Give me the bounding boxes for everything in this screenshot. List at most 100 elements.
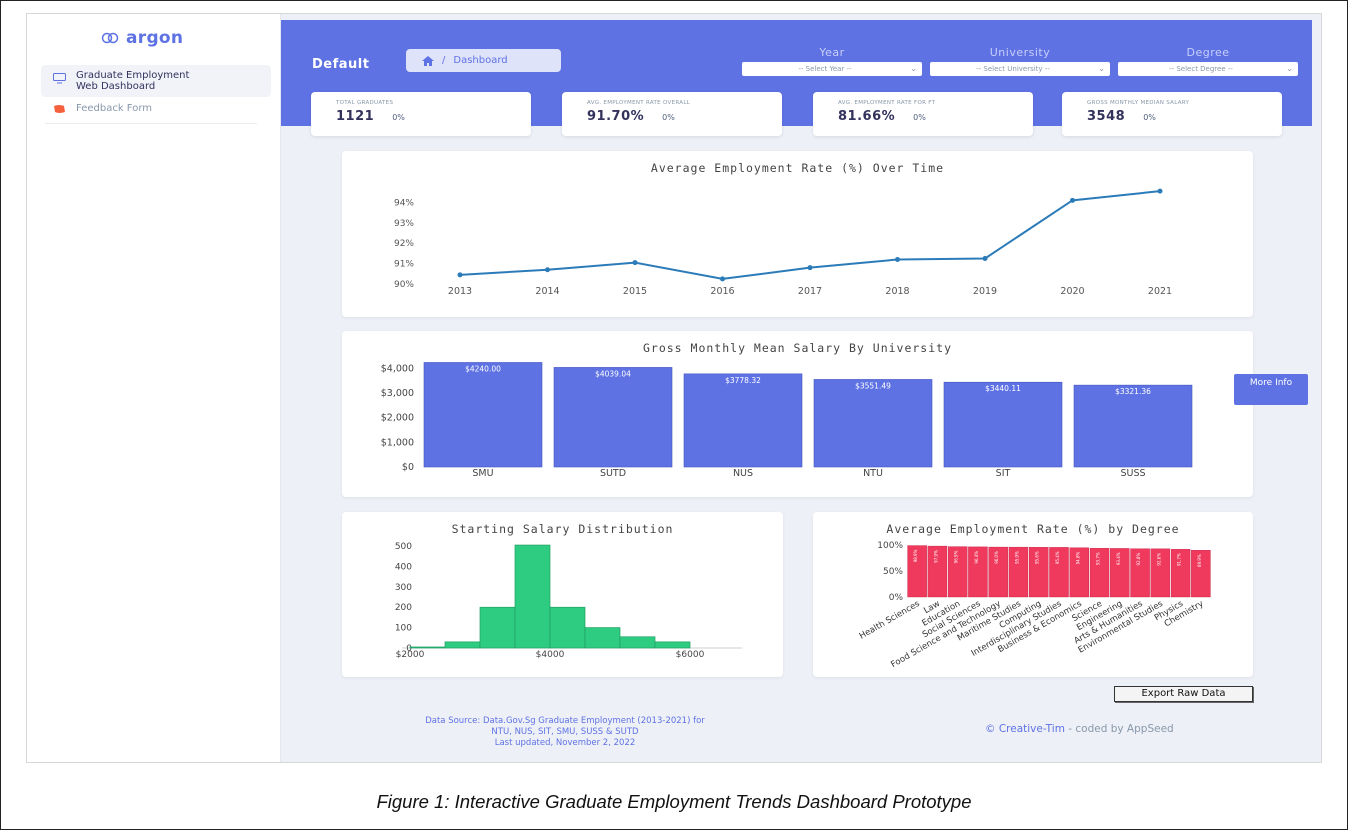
stat-card-employment-ft: AVG. EMPLOYMENT RATE FOR FT 81.66% 0% <box>813 92 1033 136</box>
data-point <box>545 267 550 273</box>
y-tick-label: 100 <box>395 624 412 634</box>
year-select-value: -- Select Year -- <box>798 65 852 73</box>
stat-change: 0% <box>913 113 926 122</box>
y-tick-label: 100% <box>877 541 903 551</box>
university-filter-label: University <box>989 46 1051 59</box>
stat-change: 0% <box>1143 113 1156 122</box>
salary-distribution-card: Starting Salary Distribution 0 100 200 300 4… <box>342 512 783 677</box>
bar-value-label: 97.9% <box>933 550 938 563</box>
chevron-down-icon: ⌄ <box>1098 64 1105 73</box>
chevron-down-icon: ⌄ <box>1286 64 1293 73</box>
bar-value-label: $4240.00 <box>465 364 501 373</box>
salary-bar <box>423 362 543 468</box>
bar-value-label: 96.0% <box>994 551 999 564</box>
brand-logo[interactable]: argon <box>101 28 183 48</box>
x-tick-label: 2021 <box>1148 286 1172 297</box>
stat-value: 1121 <box>336 109 375 124</box>
x-tick-label: $2000 <box>396 650 425 660</box>
x-tick-label: 2013 <box>448 286 472 297</box>
chevron-down-icon: ⌄ <box>910 64 917 73</box>
bar-value-label: 96.4% <box>974 551 979 564</box>
x-tick-label: SUTD <box>600 468 626 479</box>
y-tick-label: 93% <box>394 219 414 229</box>
sidebar-item-feedback[interactable]: Feedback Form <box>41 98 271 119</box>
x-tick-label: $4000 <box>536 650 565 660</box>
y-tick-label: 91% <box>394 260 414 270</box>
y-tick-label: 92% <box>394 239 414 249</box>
y-tick-label: $0 <box>402 462 414 473</box>
x-tick-label: 2018 <box>885 286 909 297</box>
x-tick-label: 2014 <box>535 286 559 297</box>
y-tick-label: 200 <box>395 603 412 613</box>
stat-value: 81.66% <box>838 109 896 124</box>
university-select[interactable]: -- Select University -- ⌄ <box>930 62 1110 76</box>
stat-label: AVG. EMPLOYMENT RATE OVERALL <box>587 100 691 106</box>
salary-by-university-card: Gross Monthly Mean Salary By University … <box>342 331 1253 497</box>
breadcrumb-separator: / <box>442 55 446 66</box>
stat-label: TOTAL GRADUATES <box>336 100 394 106</box>
footer-credits: © Creative-Tim - coded by AppSeed <box>985 723 1174 735</box>
y-tick-label: 94% <box>394 198 414 208</box>
x-tick-label: SUSS <box>1120 468 1145 479</box>
x-tick-label: SIT <box>996 468 1011 479</box>
data-point <box>807 265 813 271</box>
bar-value-label: $3321.36 <box>1115 387 1151 396</box>
stat-value: 3548 <box>1087 109 1126 124</box>
stat-change: 0% <box>392 113 405 122</box>
bar-value-label: 91.7% <box>1177 553 1182 566</box>
sidebar-divider <box>45 123 257 124</box>
x-tick-label: $6000 <box>676 650 705 660</box>
x-tick-label: 2016 <box>710 286 734 297</box>
data-point <box>720 276 725 282</box>
bar-value-label: $3551.49 <box>855 381 891 390</box>
sidebar-item-label: Feedback Form <box>76 103 152 114</box>
salary-bar <box>943 381 1063 468</box>
bar-value-label: 92.8% <box>1136 553 1141 566</box>
figure-caption: Figure 1: Interactive Graduate Employmen… <box>376 791 972 812</box>
stat-label: AVG. EMPLOYMENT RATE FOR FT <box>838 100 936 106</box>
breadcrumb[interactable]: / Dashboard <box>406 49 561 72</box>
export-raw-data-button[interactable]: Export Raw Data <box>1114 686 1253 702</box>
data-point <box>457 272 463 278</box>
histogram-bar <box>584 627 621 649</box>
bar-value-label: 95.4% <box>1055 551 1060 564</box>
breadcrumb-current: Dashboard <box>453 55 508 66</box>
y-tick-label: $3,000 <box>381 388 414 399</box>
salary-by-university-chart: $0 $1,000 $2,000 $3,000 $4,000 $4240.00 SMU $40… <box>381 362 1193 479</box>
university-select-value: -- Select University -- <box>976 65 1050 73</box>
argon-logo-icon <box>101 32 119 44</box>
y-tick-label: $1,000 <box>381 437 414 448</box>
histogram-bar <box>619 636 656 649</box>
stat-card-total-graduates: TOTAL GRADUATES 1121 0% <box>311 92 531 136</box>
bar-value-label: 93.7% <box>1096 552 1101 565</box>
bar-value-label: 95.9% <box>1014 551 1019 564</box>
more-info-button[interactable]: More Info <box>1234 374 1308 405</box>
sidebar-item-label: Graduate Employment <box>76 70 190 81</box>
year-select[interactable]: -- Select Year -- ⌄ <box>742 62 922 76</box>
salary-bar <box>813 379 933 468</box>
creative-tim-link[interactable]: © Creative-Tim <box>985 723 1065 735</box>
bar-value-label: 93.4% <box>1116 552 1121 565</box>
histogram-bar <box>654 641 691 649</box>
coded-by-text: - coded by AppSeed <box>1064 723 1174 735</box>
sidebar-item-dashboard[interactable]: Graduate Employment Web Dashboard <box>41 65 271 97</box>
brand-name: argon <box>126 28 184 48</box>
y-tick-label: 400 <box>395 562 412 572</box>
x-tick-label: 2017 <box>798 286 822 297</box>
salary-bar <box>553 367 673 468</box>
employment-over-time-card: Average Employment Rate (%) Over Time 90… <box>342 151 1253 317</box>
data-point <box>632 260 638 266</box>
x-tick-label: Health Sciences <box>858 599 922 642</box>
data-point <box>1070 197 1075 203</box>
bar-value-label: 95.6% <box>1035 551 1040 564</box>
salary-bar <box>683 373 803 468</box>
x-tick-label: NTU <box>863 468 883 479</box>
stat-change: 0% <box>662 113 675 122</box>
feedback-icon <box>54 105 65 113</box>
bar-value-label: $4039.04 <box>595 369 631 378</box>
x-tick-label: 2020 <box>1060 286 1084 297</box>
y-tick-label: 300 <box>395 583 412 593</box>
last-updated: Last updated, November 2, 2022 <box>494 738 636 748</box>
sidebar-item-label-line2: Web Dashboard <box>76 81 156 92</box>
degree-select[interactable]: -- Select Degree -- ⌄ <box>1118 62 1298 76</box>
